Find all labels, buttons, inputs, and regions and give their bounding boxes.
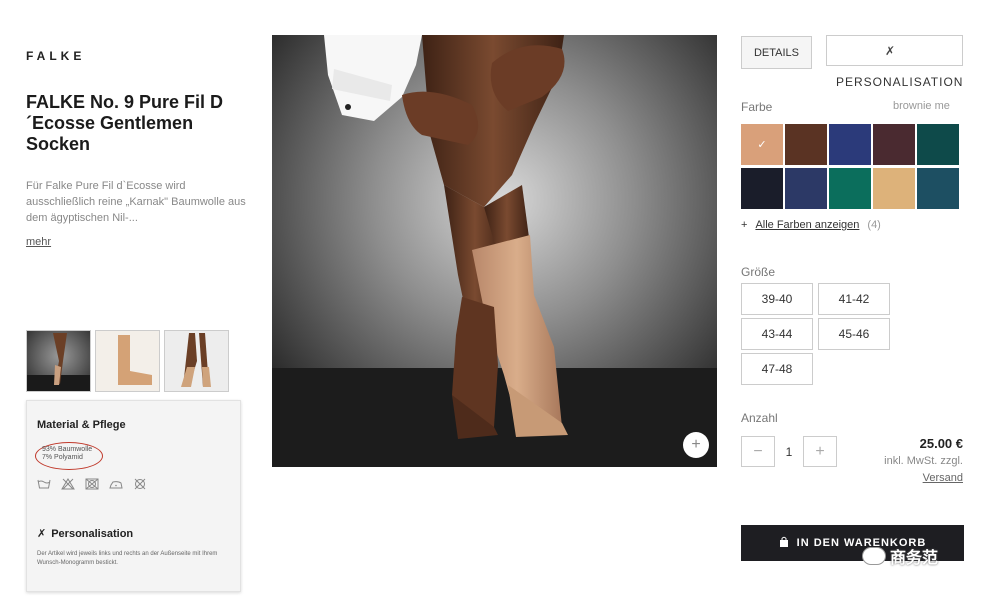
color-label: Farbe <box>741 100 773 114</box>
watermark-text: 商务范 <box>890 550 939 567</box>
no-dry-clean-icon <box>133 477 147 490</box>
material-care-card: Material & Pflege 93% Baumwolle 7% Polya… <box>26 400 241 592</box>
all-colors-count: (4) <box>867 219 881 231</box>
plus-icon: + <box>741 219 748 231</box>
iron-icon <box>109 477 123 489</box>
product-title: FALKE No. 9 Pure Fil D ´Ecosse Gentlemen… <box>26 92 224 154</box>
size-option[interactable]: 47-48 <box>741 353 813 385</box>
product-description: Für Falke Pure Fil d`Ecosse wird ausschl… <box>26 180 246 224</box>
size-label: Größe <box>741 265 776 279</box>
material-composition: 93% Baumwolle 7% Polyamid <box>35 442 103 470</box>
color-swatch[interactable] <box>785 124 827 165</box>
color-swatch[interactable]: ✓ <box>741 124 783 165</box>
personalisation-title: Personalisation <box>51 527 134 540</box>
color-swatch[interactable] <box>785 168 827 209</box>
thumbnail-strip <box>26 330 229 392</box>
color-swatches: ✓ <box>741 124 959 209</box>
all-colors-link[interactable]: Alle Farben anzeigen <box>755 219 859 231</box>
thumbnail-3[interactable] <box>164 330 229 392</box>
material-line-2: 7% Polyamid <box>42 454 83 461</box>
shipping-link[interactable]: Versand <box>923 472 963 484</box>
no-bleach-icon <box>61 477 75 490</box>
personalisation-heading: ✗ Personalisation <box>37 527 134 541</box>
personalisation-text: Der Artikel wird jeweils links und recht… <box>37 551 218 566</box>
quantity-label: Anzahl <box>741 411 778 425</box>
zoom-button[interactable]: + <box>683 432 709 458</box>
product-main-image[interactable] <box>272 35 717 467</box>
no-tumble-dry-icon <box>85 477 99 490</box>
color-swatch[interactable] <box>917 168 959 209</box>
thumbnail-2[interactable] <box>95 330 160 392</box>
watermark: 商务范 <box>862 544 938 568</box>
selected-color-name: brownie me <box>893 100 950 112</box>
quantity-decrease-button[interactable]: − <box>741 436 775 467</box>
size-option[interactable]: 39-40 <box>741 283 813 315</box>
color-swatch[interactable] <box>829 124 871 165</box>
size-option[interactable]: 45-46 <box>818 318 890 350</box>
care-symbols <box>37 477 147 490</box>
size-option[interactable]: 43-44 <box>741 318 813 350</box>
care-title: Material & Pflege <box>37 419 126 431</box>
quantity-increase-button[interactable]: + <box>803 436 837 467</box>
plus-icon: + <box>691 436 701 453</box>
shopping-bag-icon <box>779 536 789 551</box>
color-swatch[interactable] <box>741 168 783 209</box>
wash-30-icon <box>37 477 51 489</box>
all-colors-row: + Alle Farben anzeigen (4) <box>741 219 881 231</box>
size-option[interactable]: 41-42 <box>818 283 890 315</box>
wechat-icon <box>862 547 886 565</box>
needle-icon: ✗ <box>885 44 896 58</box>
material-line-1: 93% Baumwolle <box>42 446 93 453</box>
quantity-value[interactable]: 1 <box>775 436 803 467</box>
brand-logo[interactable]: FALKE <box>26 49 85 63</box>
tab-personalisation-label[interactable]: PERSONALISATION <box>836 75 963 89</box>
color-swatch[interactable] <box>873 124 915 165</box>
vat-note: inkl. MwSt. zzgl. <box>884 455 963 467</box>
color-swatch[interactable] <box>829 168 871 209</box>
color-swatch[interactable] <box>917 124 959 165</box>
tab-details[interactable]: DETAILS <box>741 36 812 69</box>
needle-icon: ✗ <box>37 528 47 540</box>
more-link[interactable]: mehr <box>26 236 51 248</box>
price: 25.00 € <box>919 436 963 451</box>
thumbnail-1[interactable] <box>26 330 91 392</box>
color-swatch[interactable] <box>873 168 915 209</box>
